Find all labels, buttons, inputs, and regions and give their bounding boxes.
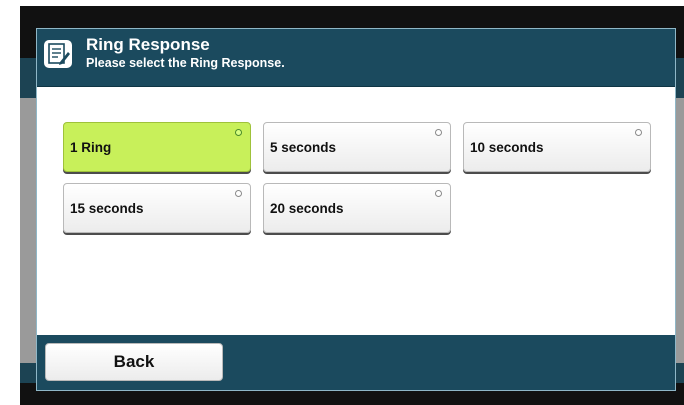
dialog-title: Ring Response <box>86 35 210 54</box>
indicator-icon <box>635 129 642 136</box>
ring-response-dialog: Ring Response Please select the Ring Res… <box>36 28 676 391</box>
indicator-icon <box>435 129 442 136</box>
option-15-seconds[interactable]: 15 seconds <box>63 183 251 233</box>
indicator-icon <box>235 190 242 197</box>
option-label: 1 Ring <box>70 140 112 155</box>
document-edit-icon <box>44 40 72 68</box>
dialog-header: Ring Response Please select the Ring Res… <box>37 29 675 87</box>
option-1-ring[interactable]: 1 Ring <box>63 122 251 172</box>
option-label: 5 seconds <box>270 140 337 155</box>
option-label: 20 seconds <box>270 201 344 216</box>
option-label: 10 seconds <box>470 140 544 155</box>
option-20-seconds[interactable]: 20 seconds <box>263 183 451 233</box>
dialog-subtitle: Please select the Ring Response. <box>86 56 285 70</box>
option-10-seconds[interactable]: 10 seconds <box>463 122 651 172</box>
indicator-icon <box>435 190 442 197</box>
option-label: 15 seconds <box>70 201 144 216</box>
dialog-footer: Back <box>37 335 675 390</box>
selected-indicator-icon <box>235 129 242 136</box>
device-screen: Ring Response Please select the Ring Res… <box>20 6 684 405</box>
back-button[interactable]: Back <box>45 343 223 381</box>
option-5-seconds[interactable]: 5 seconds <box>263 122 451 172</box>
